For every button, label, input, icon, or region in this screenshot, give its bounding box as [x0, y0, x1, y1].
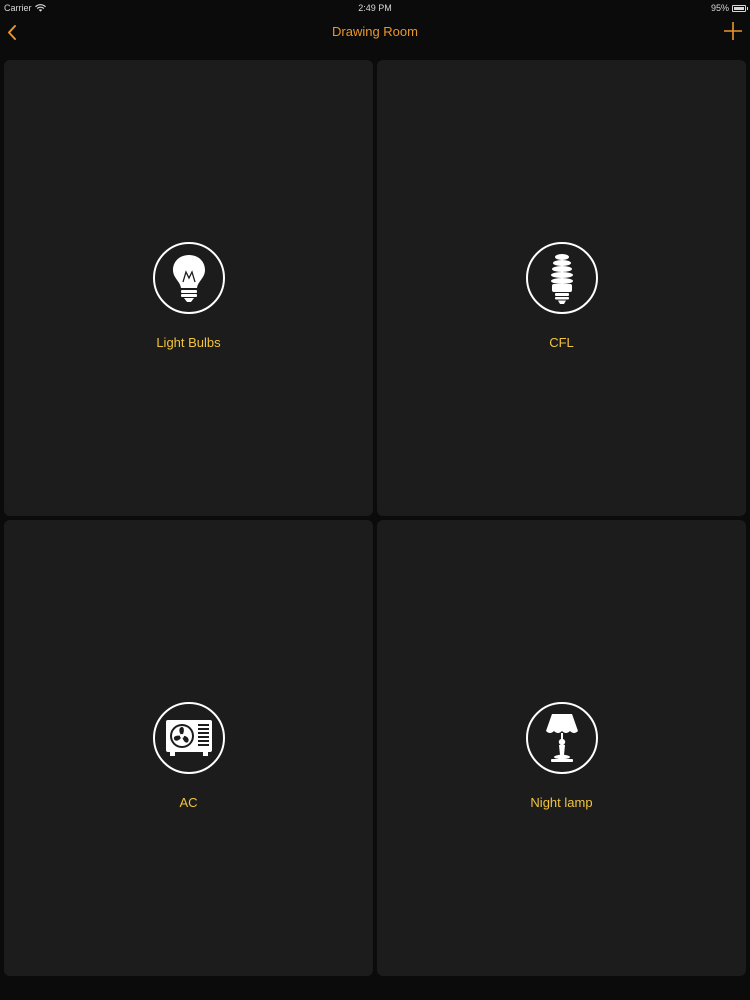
plus-icon: [724, 22, 742, 40]
cfl-icon-circle: [525, 242, 598, 314]
status-time: 2:49 PM: [358, 3, 392, 13]
device-tile-ac[interactable]: AC: [4, 520, 373, 976]
battery-info: 95%: [710, 3, 748, 13]
night-lamp-icon: [545, 714, 578, 762]
device-tile-night-lamp[interactable]: Night lamp: [377, 520, 746, 976]
device-tile-light-bulbs[interactable]: Light Bulbs: [4, 60, 373, 516]
night-lamp-icon-circle: [525, 702, 598, 774]
device-label-ac: AC: [179, 795, 198, 810]
navigation-bar: Drawing Room: [0, 16, 750, 54]
device-tile-cfl[interactable]: CFL: [377, 60, 746, 516]
add-button[interactable]: [722, 20, 744, 42]
battery-percent: 95%: [710, 3, 729, 13]
device-label-light-bulbs: Light Bulbs: [156, 335, 221, 350]
ac-icon-circle: [152, 702, 225, 774]
air-conditioner-icon: [165, 720, 212, 756]
device-label-cfl: CFL: [549, 335, 574, 350]
light-bulb-icon: [172, 255, 205, 302]
battery-level: [734, 6, 744, 10]
light-bulb-icon-circle: [152, 242, 225, 314]
page-title: Drawing Room: [332, 24, 418, 39]
battery-icon: [732, 4, 748, 12]
cfl-bulb-icon: [550, 254, 573, 304]
status-bar: Carrier 2:49 PM 95%: [0, 0, 750, 16]
device-label-night-lamp: Night lamp: [530, 795, 593, 810]
